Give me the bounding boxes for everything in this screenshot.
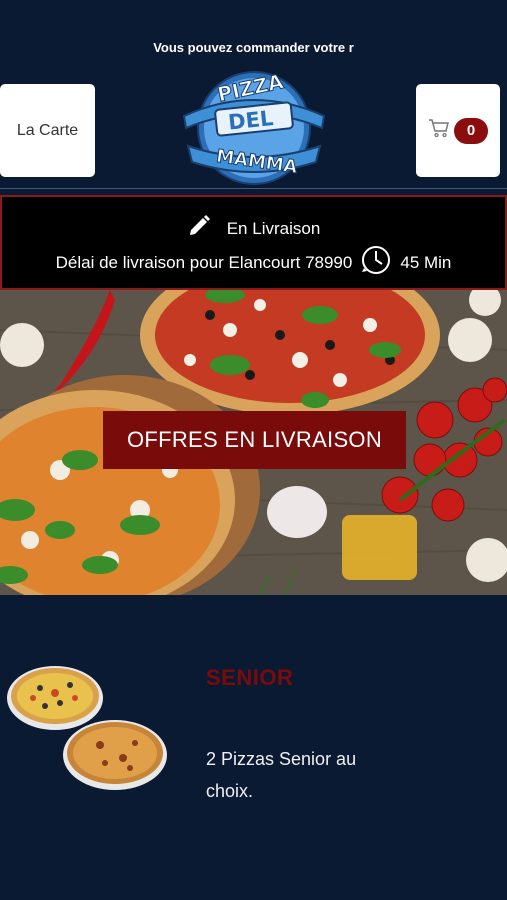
hero-banner: OFFRES EN LIVRAISON: [0, 290, 507, 595]
cart-button[interactable]: 0: [416, 84, 500, 177]
la-carte-button[interactable]: La Carte: [0, 84, 95, 177]
delivery-mode: En Livraison: [226, 218, 321, 238]
delivery-time: 45 Min: [400, 252, 452, 272]
pencil-icon[interactable]: [187, 214, 211, 243]
cart-count-badge: 0: [454, 117, 488, 144]
cart-icon: [428, 118, 450, 143]
delivery-delay-text: Délai de livraison pour Elancourt 78990: [55, 252, 353, 272]
header-divider: [0, 188, 507, 189]
product-title: SENIOR: [206, 665, 294, 690]
clock-icon: [360, 244, 392, 281]
product-description: 2 Pizzas Senior au choix.: [206, 749, 357, 801]
product-image: [5, 663, 170, 793]
logo-del: DEL: [227, 106, 274, 135]
delivery-info-panel[interactable]: En Livraison Délai de livraison pour Ela…: [0, 195, 507, 290]
product-card-senior[interactable]: SENIOR 2 Pizzas Senior au choix.: [0, 595, 507, 900]
pizza-del-mamma-logo[interactable]: PIZZA DEL MAMMA: [176, 64, 332, 188]
offres-livraison-button[interactable]: OFFRES EN LIVRAISON: [103, 411, 406, 469]
marquee-banner: Vous pouvez commander votre r: [153, 40, 354, 55]
